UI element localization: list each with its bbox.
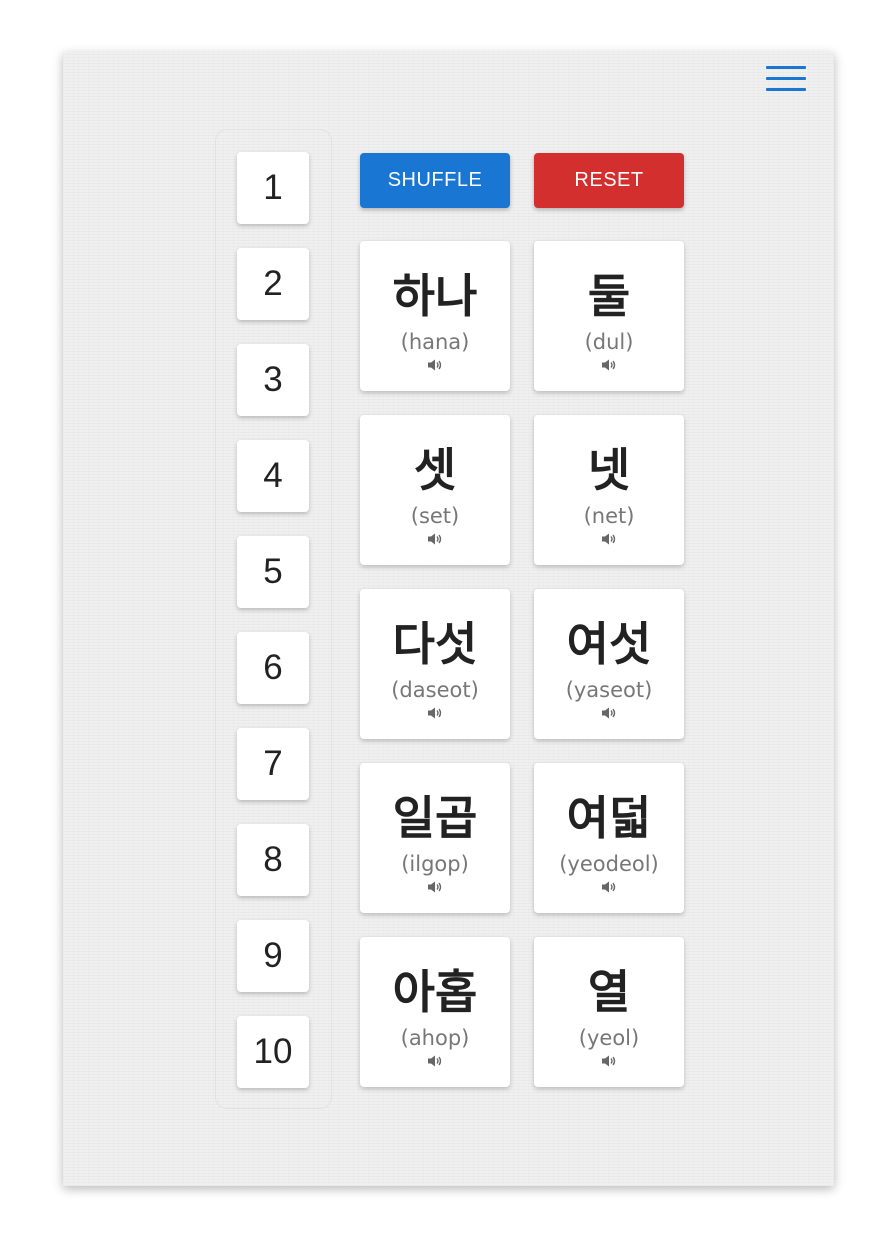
korean-word: 다섯 <box>392 617 478 671</box>
speaker-icon[interactable] <box>427 879 443 893</box>
number-tile-9[interactable]: 9 <box>237 920 309 992</box>
romanization: (yeodeol) <box>559 852 659 876</box>
number-tile-8[interactable]: 8 <box>237 824 309 896</box>
number-tile-3[interactable]: 3 <box>237 344 309 416</box>
reset-button[interactable]: RESET <box>534 153 684 208</box>
korean-word: 아홉 <box>392 965 478 1019</box>
number-tile-10[interactable]: 10 <box>237 1016 309 1088</box>
korean-word: 둘 <box>587 269 631 323</box>
romanization: (daseot) <box>391 678 479 702</box>
number-tile-7[interactable]: 7 <box>237 728 309 800</box>
speaker-icon[interactable] <box>427 705 443 719</box>
romanization: (ilgop) <box>401 852 469 876</box>
word-card[interactable]: 일곱 (ilgop) <box>360 763 510 913</box>
word-card[interactable]: 셋 (set) <box>360 415 510 565</box>
korean-word: 여덟 <box>566 791 652 845</box>
korean-word: 일곱 <box>392 791 478 845</box>
shuffle-button[interactable]: SHUFFLE <box>360 153 510 208</box>
menu-bar-top <box>766 66 806 69</box>
word-card[interactable]: 다섯 (daseot) <box>360 589 510 739</box>
romanization: (net) <box>583 504 635 528</box>
number-tile-4[interactable]: 4 <box>237 440 309 512</box>
speaker-icon[interactable] <box>601 705 617 719</box>
app-panel: 1 2 3 4 5 6 7 8 9 10 SHUFFLE RESET 하나 (ha… <box>63 52 834 1186</box>
korean-word: 여섯 <box>566 617 652 671</box>
romanization: (yaseot) <box>565 678 653 702</box>
korean-word: 셋 <box>413 443 457 497</box>
romanization: (ahop) <box>400 1026 470 1050</box>
number-tile-column: 1 2 3 4 5 6 7 8 9 10 <box>215 129 332 1109</box>
number-tile-2[interactable]: 2 <box>237 248 309 320</box>
speaker-icon[interactable] <box>601 357 617 371</box>
korean-word: 넷 <box>587 443 631 497</box>
word-card[interactable]: 열 (yeol) <box>534 937 684 1087</box>
word-card[interactable]: 넷 (net) <box>534 415 684 565</box>
number-tile-5[interactable]: 5 <box>237 536 309 608</box>
romanization: (yeol) <box>578 1026 640 1050</box>
speaker-icon[interactable] <box>427 357 443 371</box>
word-card[interactable]: 아홉 (ahop) <box>360 937 510 1087</box>
hamburger-menu-icon[interactable] <box>766 66 806 94</box>
speaker-icon[interactable] <box>427 1053 443 1067</box>
korean-word: 하나 <box>392 269 478 323</box>
number-tile-6[interactable]: 6 <box>237 632 309 704</box>
romanization: (dul) <box>584 330 634 354</box>
speaker-icon[interactable] <box>427 531 443 545</box>
romanization: (set) <box>410 504 460 528</box>
korean-word: 열 <box>587 965 631 1019</box>
word-card[interactable]: 여섯 (yaseot) <box>534 589 684 739</box>
number-tile-1[interactable]: 1 <box>237 152 309 224</box>
romanization: (hana) <box>400 330 470 354</box>
speaker-icon[interactable] <box>601 879 617 893</box>
menu-bar-middle <box>766 77 806 80</box>
speaker-icon[interactable] <box>601 531 617 545</box>
word-card[interactable]: 둘 (dul) <box>534 241 684 391</box>
menu-bar-bottom <box>766 88 806 91</box>
word-card[interactable]: 하나 (hana) <box>360 241 510 391</box>
speaker-icon[interactable] <box>601 1053 617 1067</box>
word-card[interactable]: 여덟 (yeodeol) <box>534 763 684 913</box>
